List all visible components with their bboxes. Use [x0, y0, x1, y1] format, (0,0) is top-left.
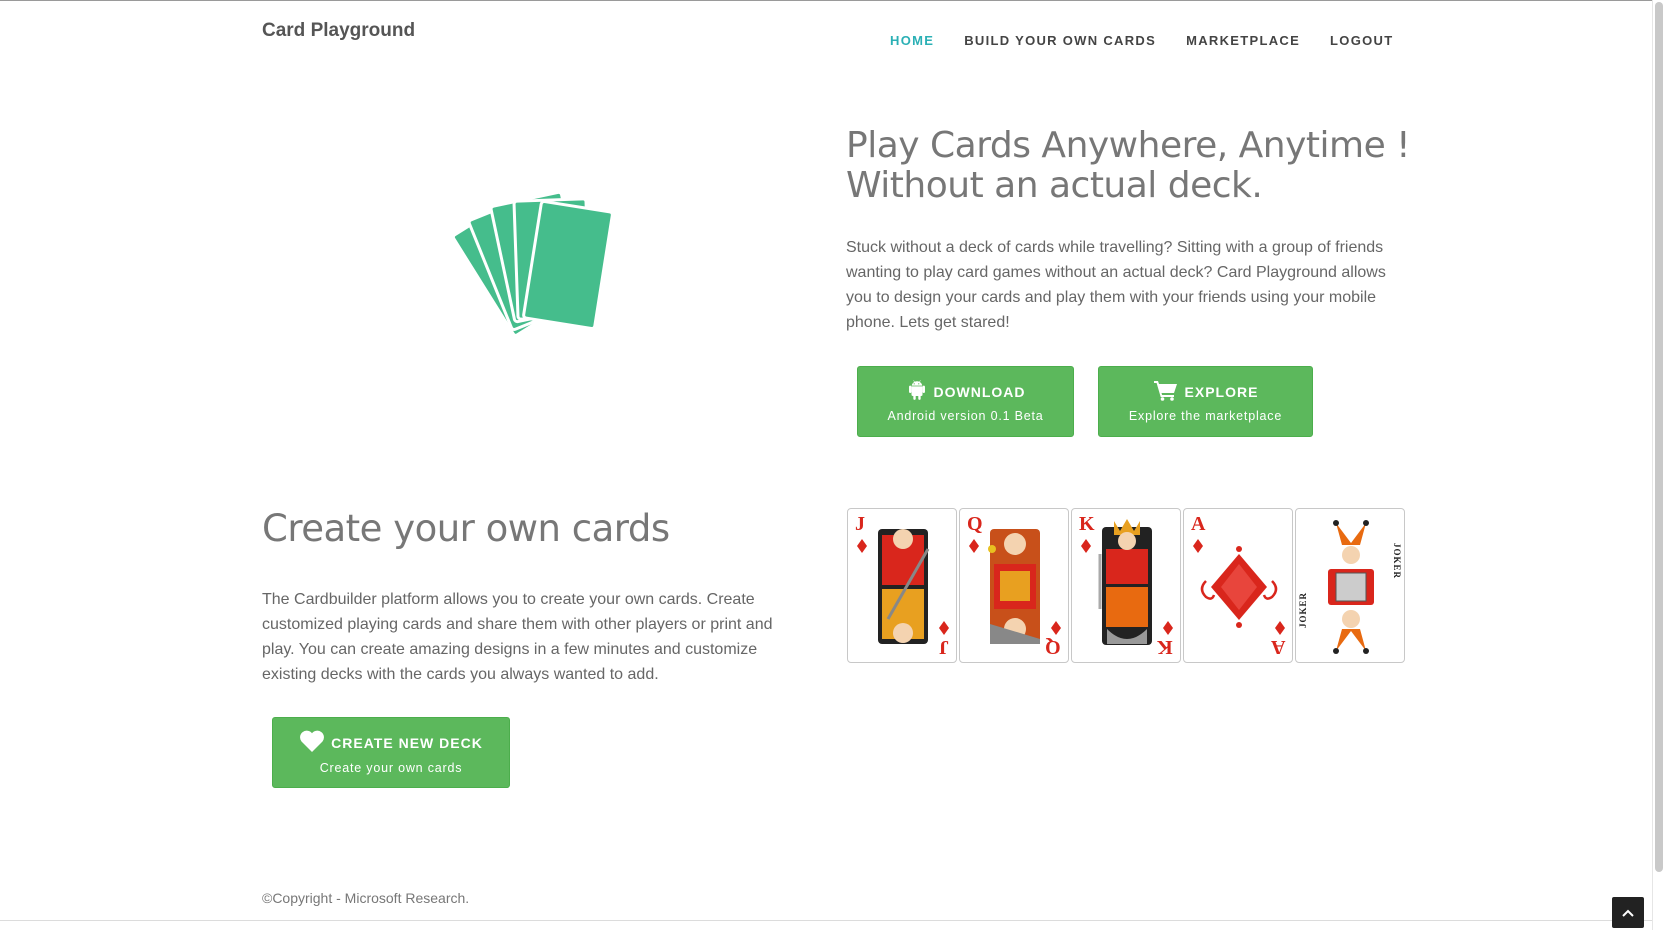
card-rank-bottom: A [1270, 636, 1285, 658]
card-jack: J J [847, 508, 957, 663]
download-button[interactable]: DOWNLOAD Android version 0.1 Beta [857, 366, 1074, 437]
card-rank-bottom: Q [1045, 636, 1061, 658]
brand-logo[interactable]: Card Playground [262, 20, 415, 42]
card-rank: A [1191, 513, 1206, 535]
bottom-border [0, 920, 1652, 921]
card-rank: Q [967, 513, 983, 535]
download-button-subtitle: Android version 0.1 Beta [887, 409, 1044, 423]
joker-artwork [1328, 520, 1374, 654]
hero-title: Play Cards Anywhere, Anytime ! Without a… [846, 126, 1446, 206]
chevron-up-icon [1622, 909, 1634, 917]
card-rank-bottom: J [939, 636, 949, 658]
footer-copyright: ©Copyright - Microsoft Research. [262, 890, 470, 906]
android-icon [906, 379, 928, 404]
nav-logout[interactable]: LOGOUT [1330, 33, 1393, 48]
scrollbar[interactable] [1652, 0, 1666, 930]
top-border [0, 0, 1666, 1]
hero-title-line-2: Without an actual deck. [846, 165, 1263, 206]
card-king: K K [1071, 508, 1181, 663]
main-nav: HOME BUILD YOUR OWN CARDS MARKETPLACE LO… [890, 33, 1393, 48]
shopping-cart-icon [1153, 379, 1179, 404]
card-rank: K [1079, 513, 1095, 535]
create-new-deck-subtitle: Create your own cards [319, 761, 463, 775]
create-new-deck-button[interactable]: CREATE NEW DECK Create your own cards [272, 717, 510, 788]
nav-build-your-own-cards[interactable]: BUILD YOUR OWN CARDS [964, 33, 1156, 48]
sample-cards-row: J J Q Q K K A A JOKER JOKER [847, 508, 1405, 663]
back-to-top-button[interactable] [1612, 897, 1644, 928]
card-ace: A A [1183, 508, 1293, 663]
scrollbar-thumb[interactable] [1655, 2, 1663, 872]
card-rank-bottom: K [1157, 636, 1173, 658]
nav-home[interactable]: HOME [890, 33, 934, 48]
card-rank: J [855, 513, 865, 535]
heart-icon [299, 730, 325, 756]
nav-marketplace[interactable]: MARKETPLACE [1186, 33, 1300, 48]
card-fan-illustration [451, 190, 614, 337]
create-section-title: Create your own cards [262, 507, 670, 550]
card-queen: Q Q [959, 508, 1069, 663]
joker-label-top: JOKER [1392, 543, 1402, 580]
create-section-description: The Cardbuilder platform allows you to c… [262, 591, 773, 683]
card-joker: JOKER JOKER [1295, 508, 1405, 663]
download-button-label: DOWNLOAD [933, 383, 1026, 400]
hero-description: Stuck without a deck of cards while trav… [846, 239, 1386, 331]
explore-button[interactable]: EXPLORE Explore the marketplace [1098, 366, 1313, 437]
explore-button-label: EXPLORE [1184, 383, 1259, 400]
explore-button-subtitle: Explore the marketplace [1128, 409, 1283, 423]
hero-title-line-1: Play Cards Anywhere, Anytime ! [846, 125, 1411, 166]
joker-label-bottom: JOKER [1298, 591, 1308, 628]
create-new-deck-label: CREATE NEW DECK [331, 735, 483, 751]
